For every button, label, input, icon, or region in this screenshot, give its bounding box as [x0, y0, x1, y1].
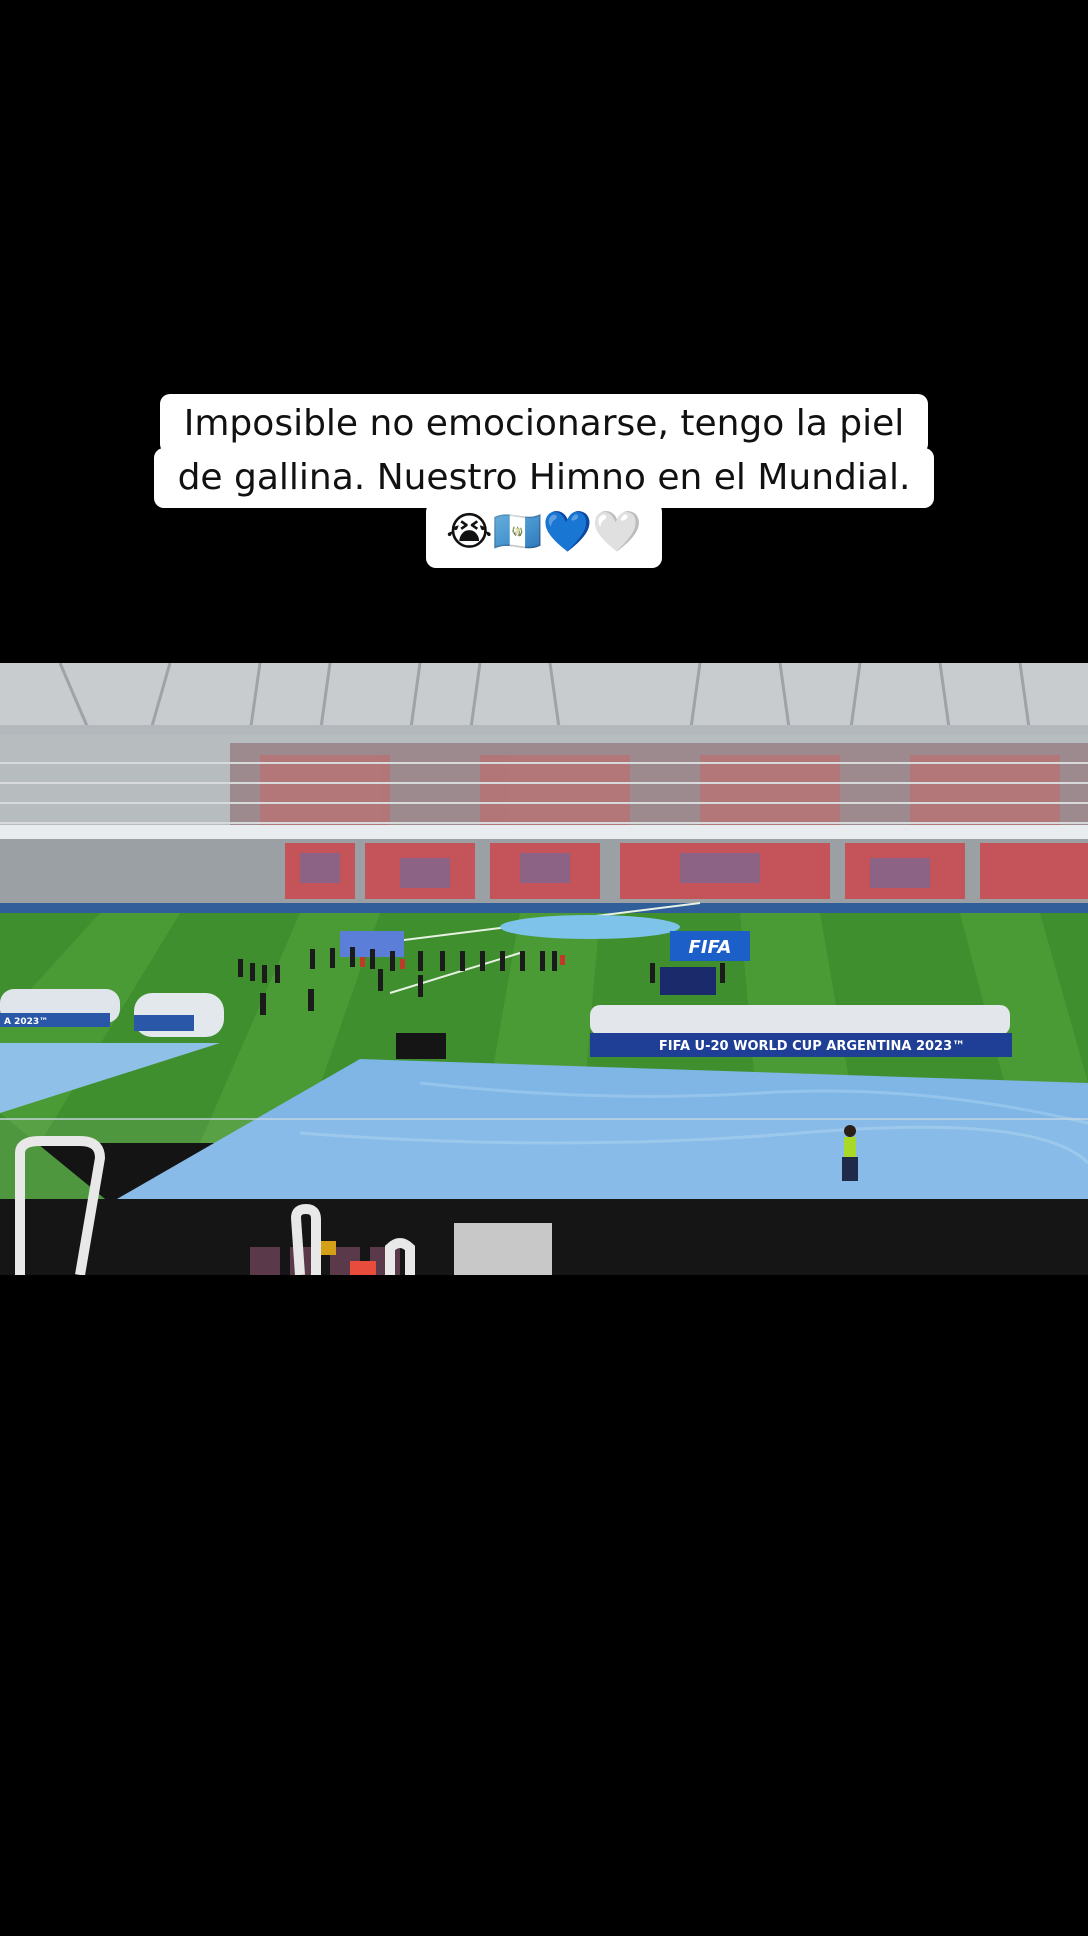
center-circle-banner [500, 915, 680, 939]
caption-line-2: de gallina. Nuestro Himno en el Mundial. [153, 448, 935, 508]
left-bench-text: A 2023™ [4, 1017, 48, 1027]
steward [844, 1137, 856, 1157]
video-caption: Imposible no emocionarse, tengo la piel … [0, 394, 1088, 568]
caption-line-1: Imposible no emocionarse, tengo la piel [159, 394, 929, 454]
bench-banner-text: FIFA U-20 WORLD CUP ARGENTINA 2023™ [659, 1039, 965, 1054]
stadium-photo: FIFA A 2023™ FIFA U-20 WORLD CUP ARGENTI… [0, 663, 1088, 1275]
fifa-banner-text: FIFA [689, 937, 732, 958]
new-zealand-flag [660, 967, 716, 995]
caption-emojis: 😭🇬🇹💙🤍 [425, 502, 663, 568]
tv-camera [396, 1033, 446, 1059]
main-bench [590, 1005, 1010, 1035]
